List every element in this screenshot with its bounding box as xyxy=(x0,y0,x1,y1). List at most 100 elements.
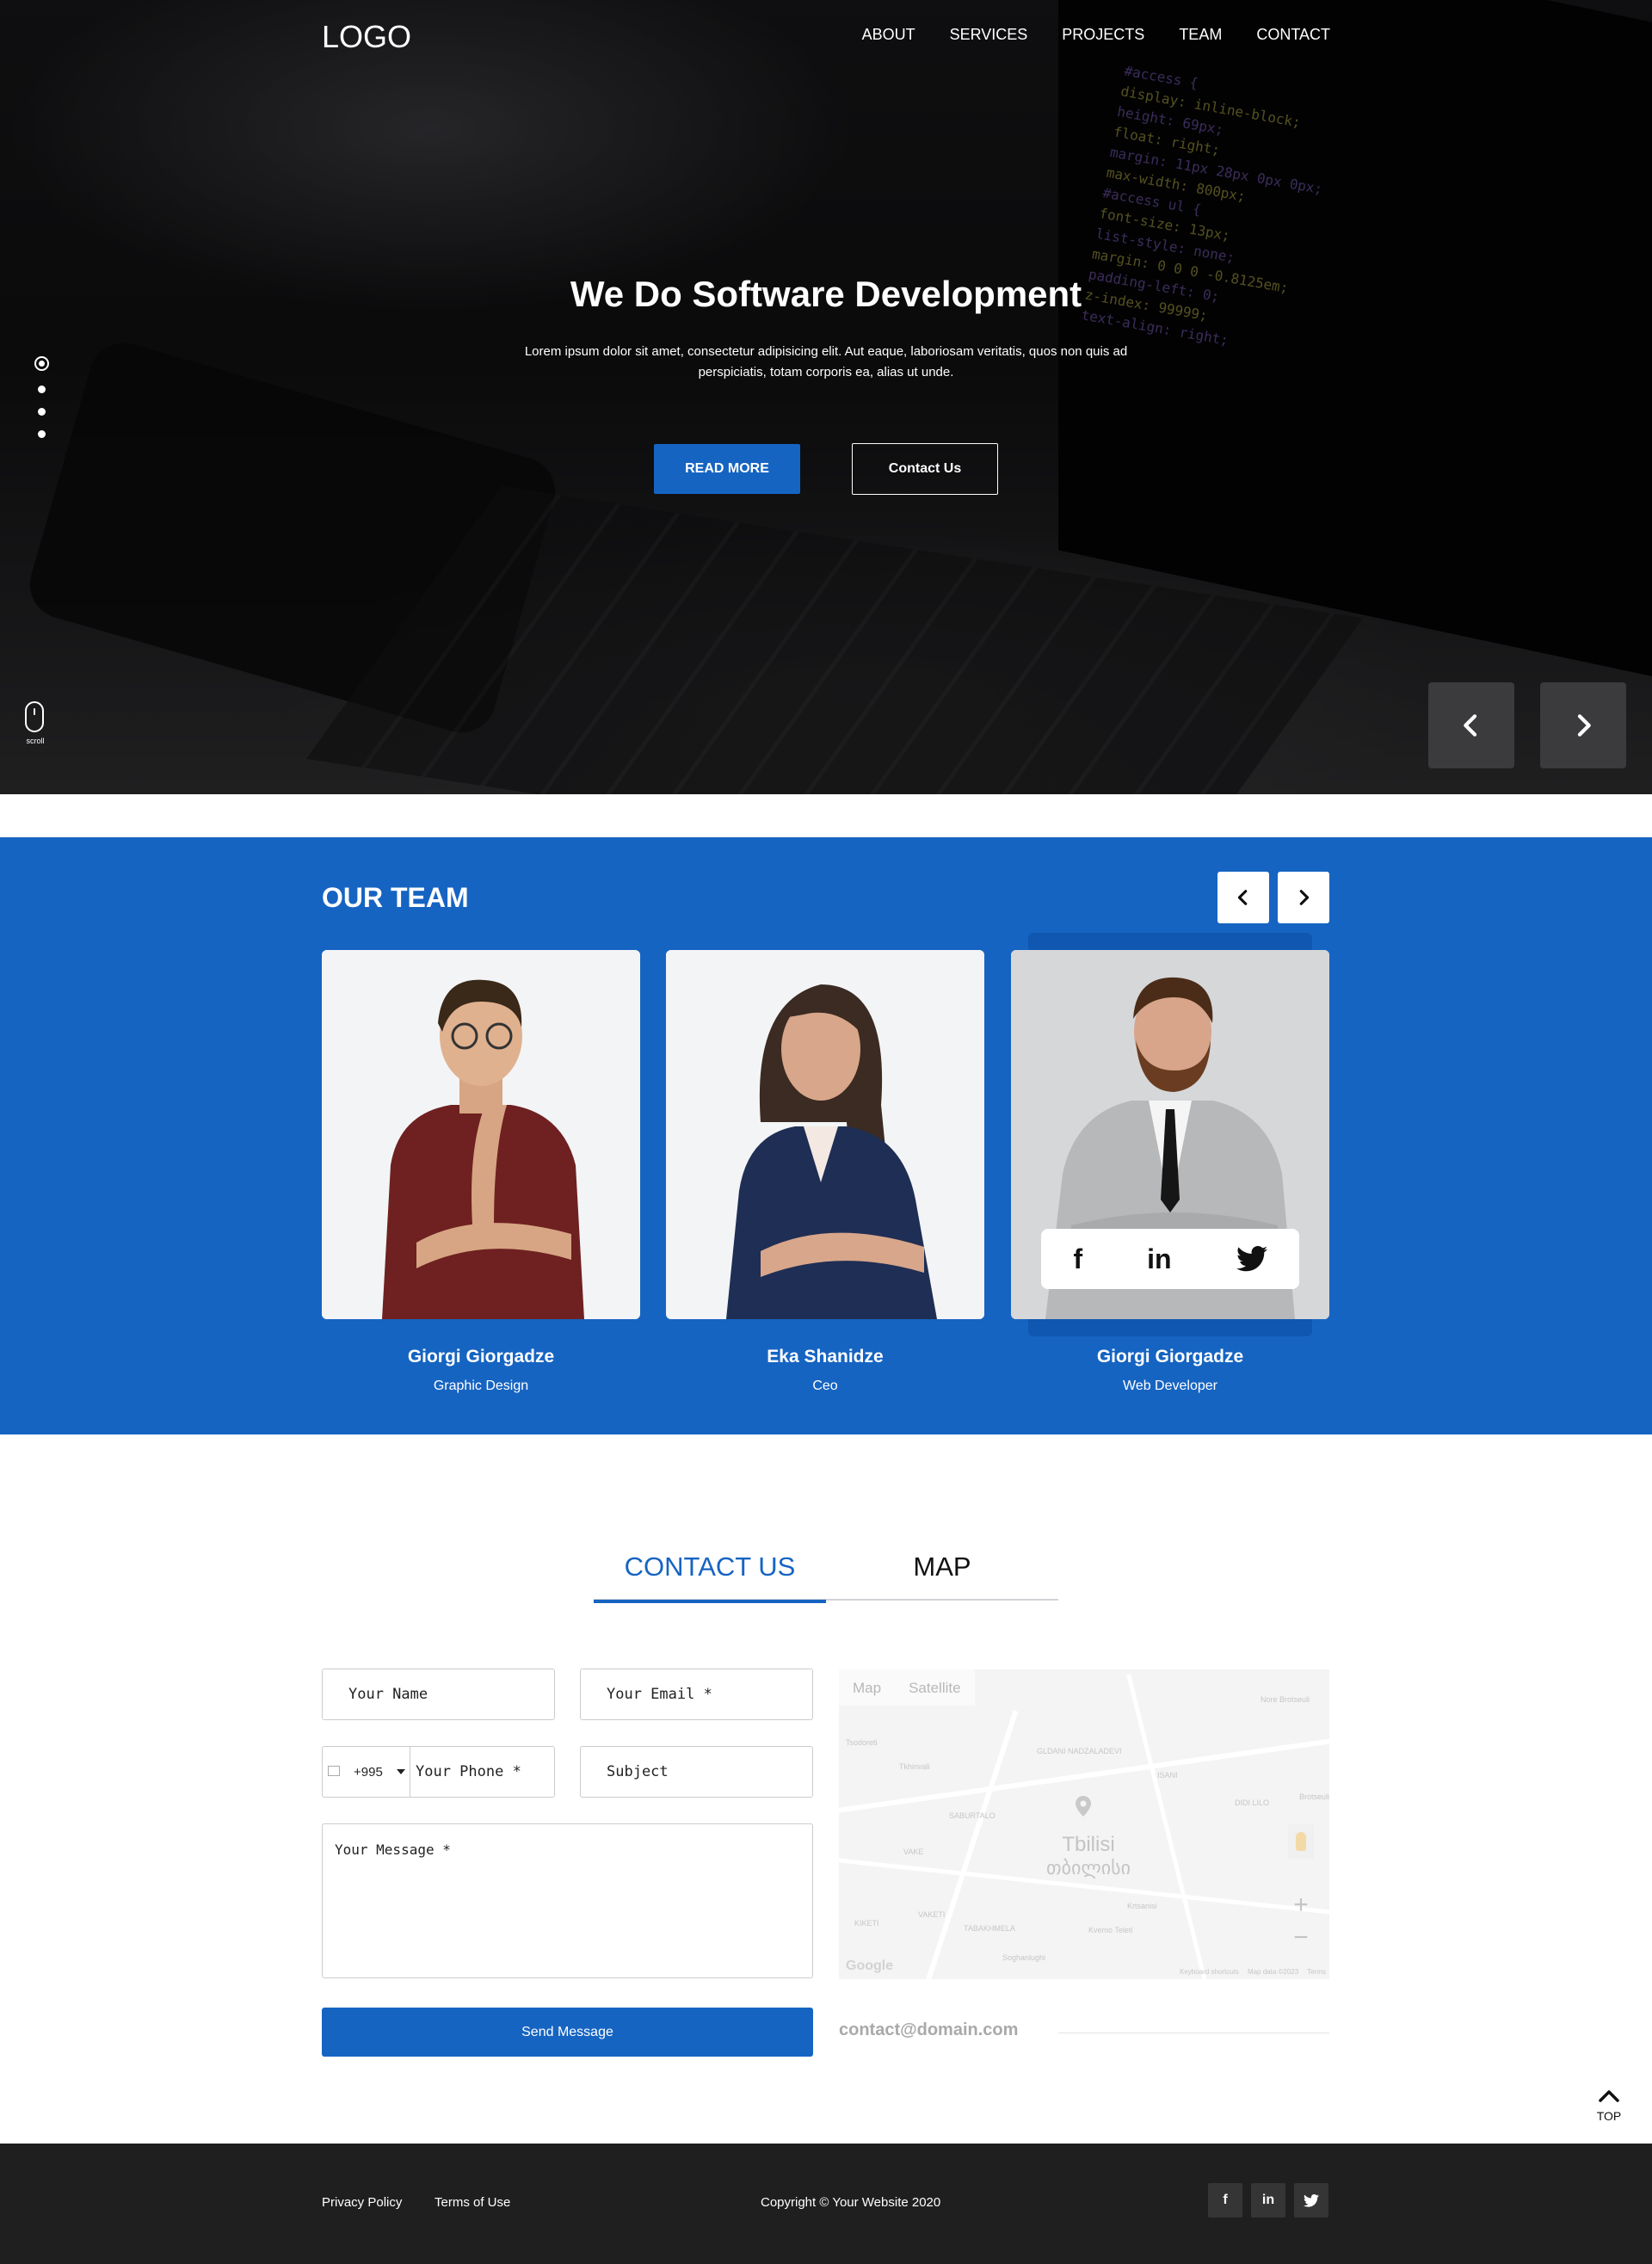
back-to-top-label: TOP xyxy=(1596,2109,1622,2123)
hero-section: #access { display: inline-block; height:… xyxy=(0,0,1652,794)
map-type-satellite[interactable]: Satellite xyxy=(895,1669,974,1706)
street-view-pegman-icon[interactable] xyxy=(1288,1824,1314,1859)
country-code-select[interactable]: +995 xyxy=(323,1747,410,1797)
slider-prev-button[interactable] xyxy=(1428,682,1514,768)
zoom-out-icon[interactable]: − xyxy=(1288,1922,1314,1954)
chevron-left-icon xyxy=(1464,714,1477,737)
chevron-left-icon xyxy=(1237,890,1248,905)
terms-of-use-link[interactable]: Terms of Use xyxy=(435,2195,510,2210)
map-label: ISANI xyxy=(1157,1771,1178,1780)
team-card[interactable] xyxy=(322,950,640,1319)
message-field[interactable]: Your Message * xyxy=(322,1823,813,1978)
twitter-icon[interactable] xyxy=(1236,1246,1267,1272)
map-zoom-control[interactable]: + − xyxy=(1288,1889,1314,1958)
hero-title: We Do Software Development xyxy=(570,274,1082,314)
phone-input[interactable]: Your Phone * xyxy=(416,1747,521,1797)
team-next-button[interactable] xyxy=(1278,872,1329,923)
member-role: Ceo xyxy=(812,1379,838,1393)
email-field[interactable]: Your Email * xyxy=(580,1669,813,1720)
member-name: Giorgi Giorgadze xyxy=(1096,1347,1244,1366)
map-label: SABURTALO xyxy=(949,1811,996,1820)
phone-field[interactable]: +995 Your Phone * xyxy=(322,1746,555,1798)
contact-us-button[interactable]: Contact Us xyxy=(852,443,998,495)
logo[interactable]: LOGO xyxy=(322,19,411,55)
map-type-map[interactable]: Map xyxy=(839,1669,895,1706)
map-city-name-local: თბილისი xyxy=(1045,1857,1131,1878)
slide-dot[interactable] xyxy=(38,430,46,438)
map-terms[interactable]: Terms xyxy=(1307,1968,1326,1976)
nav-contact[interactable]: CONTACT xyxy=(1256,26,1330,44)
zoom-in-icon[interactable]: + xyxy=(1288,1889,1314,1922)
team-card[interactable]: f in xyxy=(1011,950,1329,1319)
member-photo xyxy=(666,950,984,1319)
send-message-button[interactable]: Send Message xyxy=(322,2008,813,2057)
name-field[interactable]: Your Name xyxy=(322,1669,555,1720)
chevron-up-icon xyxy=(1599,2090,1619,2102)
map-label: TABAKHMELA xyxy=(964,1924,1015,1933)
member-role: Graphic Design xyxy=(433,1379,529,1393)
flag-icon xyxy=(328,1766,340,1776)
map-label: DIDI LILO xyxy=(1235,1798,1270,1807)
tab-contact-us[interactable]: CONTACT US xyxy=(594,1549,826,1603)
slide-dot-active[interactable] xyxy=(34,356,49,371)
slide-indicators xyxy=(34,356,49,453)
privacy-policy-link[interactable]: Privacy Policy xyxy=(322,2195,402,2210)
footer: Privacy Policy Terms of Use Copyright © … xyxy=(0,2144,1652,2264)
contact-email[interactable]: contact@domain.com xyxy=(839,2020,1018,2040)
member-name: Giorgi Giorgadze xyxy=(407,1347,555,1366)
map-pin-icon[interactable] xyxy=(1076,1796,1091,1817)
copyright-text: Copyright © Your Website 2020 xyxy=(761,2195,941,2210)
map-label: Soghanlughi xyxy=(1002,1953,1046,1962)
slide-dot[interactable] xyxy=(38,408,46,416)
map-label: KIKETI xyxy=(854,1919,879,1928)
map-brand-logo: Google xyxy=(846,1959,894,1973)
map-label: Tkhinvali xyxy=(899,1762,930,1771)
facebook-icon[interactable]: f xyxy=(1073,1243,1082,1275)
team-card[interactable] xyxy=(666,950,984,1319)
twitter-bird-icon xyxy=(1304,2193,1319,2207)
subject-field[interactable]: Subject xyxy=(580,1746,813,1798)
scroll-label: scroll xyxy=(26,737,45,745)
member-photo xyxy=(322,950,640,1319)
team-title: OUR TEAM xyxy=(322,882,469,913)
twitter-icon[interactable] xyxy=(1294,2183,1328,2218)
map-data-credit: Map data ©2023 xyxy=(1247,1968,1299,1976)
tab-map[interactable]: MAP xyxy=(826,1549,1058,1601)
map-city-name: Tbilisi xyxy=(1062,1833,1115,1856)
scroll-mouse-icon[interactable] xyxy=(25,701,44,732)
read-more-button[interactable]: READ MORE xyxy=(654,444,800,494)
team-prev-button[interactable] xyxy=(1217,872,1269,923)
team-section: OUR TEAM Giorgi Giorgadze Graphic Design xyxy=(0,837,1652,1434)
map-label: GLDANI NADZALADEVI xyxy=(1037,1747,1122,1755)
nav-services[interactable]: SERVICES xyxy=(950,26,1028,44)
facebook-icon[interactable]: f xyxy=(1208,2183,1242,2218)
nav-projects[interactable]: PROJECTS xyxy=(1062,26,1144,44)
map-type-toggle: Map Satellite xyxy=(839,1669,975,1706)
linkedin-icon[interactable]: in xyxy=(1251,2183,1285,2218)
map-label: Tsodoreti xyxy=(846,1738,878,1747)
slide-dot[interactable] xyxy=(38,386,46,393)
country-code: +995 xyxy=(354,1764,383,1780)
caret-down-icon xyxy=(397,1769,405,1774)
chevron-right-icon xyxy=(1299,890,1310,905)
map-keyboard-shortcuts[interactable]: Keyboard shortcuts xyxy=(1180,1968,1239,1976)
slider-next-button[interactable] xyxy=(1540,682,1626,768)
member-role: Web Developer xyxy=(1123,1379,1217,1393)
nav-team[interactable]: TEAM xyxy=(1179,26,1222,44)
map-label: Krtsanisi xyxy=(1127,1902,1157,1910)
linkedin-icon[interactable]: in xyxy=(1147,1243,1171,1275)
map-embed[interactable]: Tsodoreti Tkhinvali SABURTALO VAKE VAKET… xyxy=(839,1669,1329,1979)
page: #access { display: inline-block; height:… xyxy=(0,0,1652,2264)
main-nav: ABOUT SERVICES PROJECTS TEAM CONTACT xyxy=(862,26,1330,44)
hero-overlay xyxy=(0,0,1652,794)
nav-about[interactable]: ABOUT xyxy=(862,26,915,44)
member-social-bar: f in xyxy=(1041,1229,1299,1289)
hero-subtitle: Lorem ipsum dolor sit amet, consectetur … xyxy=(524,344,1128,379)
map-road xyxy=(1126,1674,1210,1979)
back-to-top-button[interactable]: TOP xyxy=(1590,2086,1628,2123)
contact-tabs: CONTACT US MAP xyxy=(594,1549,1058,1603)
map-label: Kvemo Teleti xyxy=(1088,1926,1133,1934)
member-name: Eka Shanidze xyxy=(767,1347,884,1366)
map-city-label: Tbilisi თბილისი xyxy=(1020,1833,1157,1879)
chevron-right-icon xyxy=(1577,714,1591,737)
